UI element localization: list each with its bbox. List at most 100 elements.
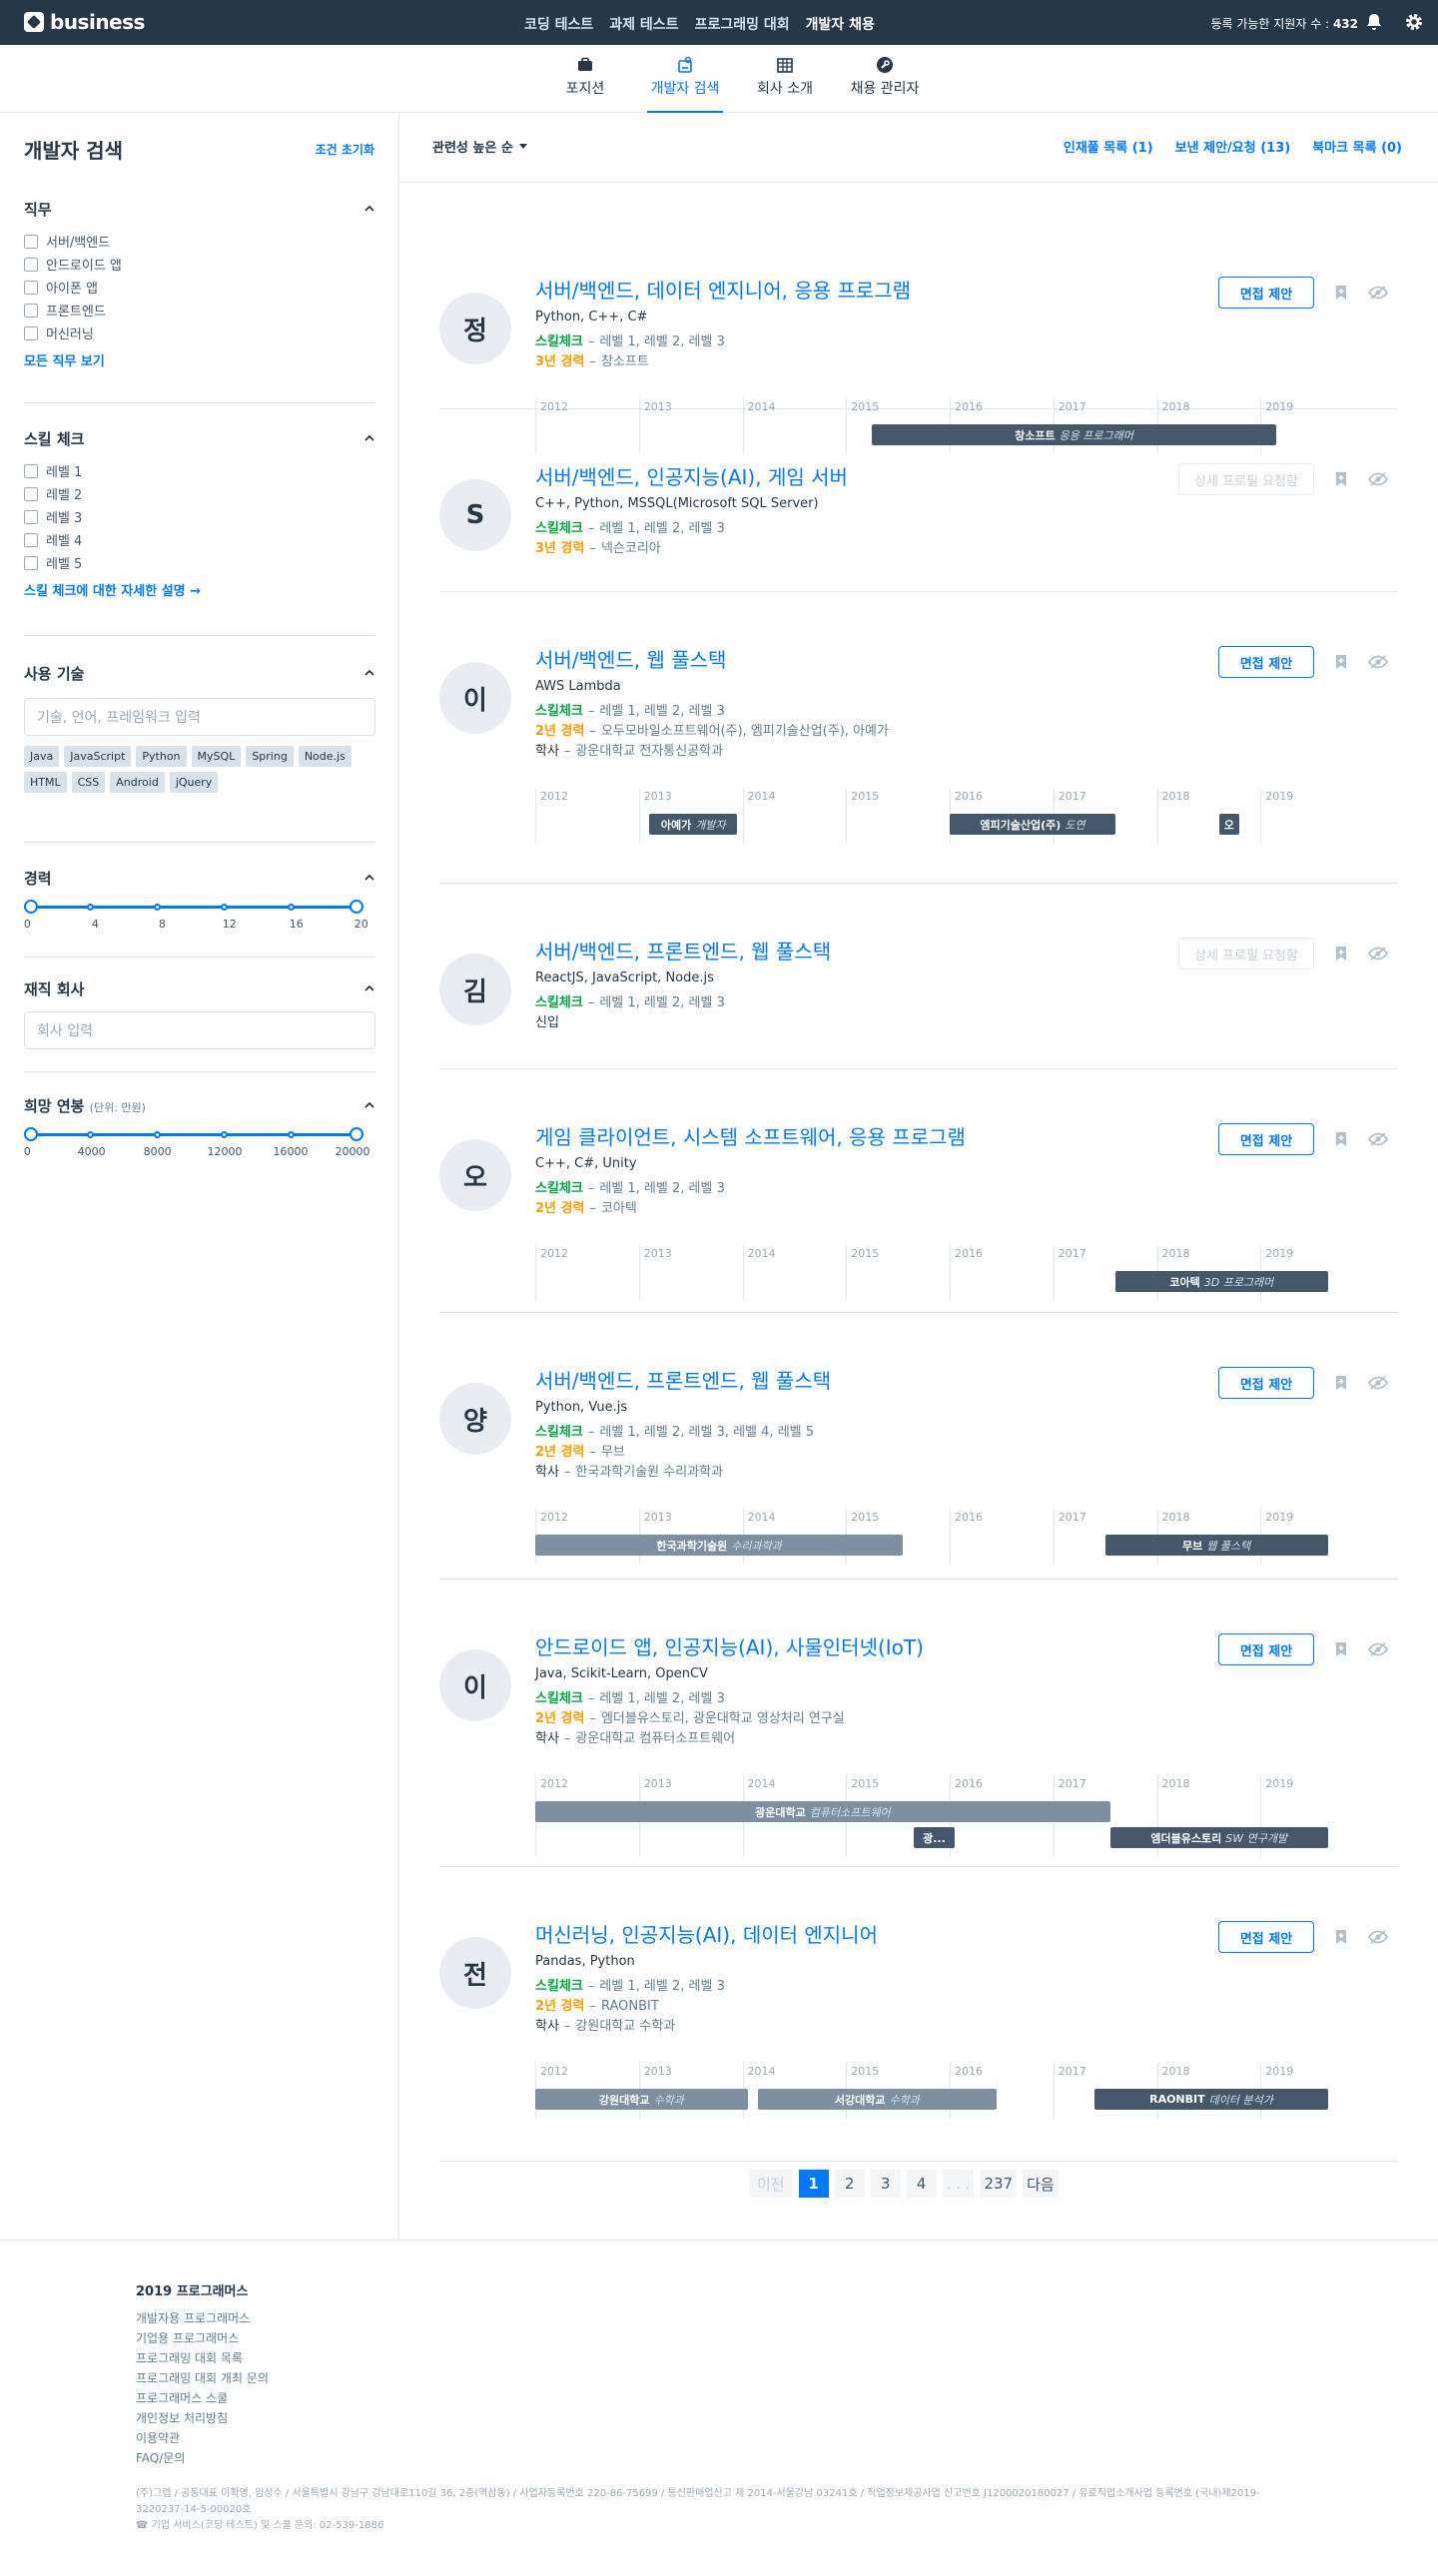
- job-option[interactable]: 머신러닝: [24, 322, 375, 344]
- tech-chip[interactable]: Android: [110, 772, 165, 793]
- checkbox[interactable]: [24, 463, 38, 478]
- job-option[interactable]: 안드로이드 앱: [24, 253, 375, 276]
- checkbox[interactable]: [24, 555, 38, 570]
- hide-eye-icon[interactable]: [1368, 285, 1388, 301]
- bookmark-icon[interactable]: [1333, 654, 1349, 670]
- checkbox[interactable]: [24, 532, 38, 547]
- logo[interactable]: business: [24, 10, 145, 34]
- bookmark-icon[interactable]: [1333, 1131, 1349, 1147]
- candidate-title[interactable]: 서버/백엔드, 데이터 엔지니어, 응용 프로그램: [535, 275, 911, 304]
- hide-eye-icon[interactable]: [1368, 1929, 1388, 1945]
- skillcheck-filter-header[interactable]: 스킬 체크: [24, 427, 375, 449]
- bell-icon[interactable]: [1364, 12, 1384, 32]
- tech-filter-header[interactable]: 사용 기술: [24, 662, 375, 684]
- nav-developer-hiring[interactable]: 개발자 채용: [806, 14, 875, 34]
- hide-eye-icon[interactable]: [1368, 471, 1388, 487]
- checkbox[interactable]: [24, 325, 38, 340]
- checkbox[interactable]: [24, 234, 38, 249]
- reset-filters-link[interactable]: 조건 초기화: [316, 141, 374, 158]
- tab-position[interactable]: 포지션: [535, 45, 635, 113]
- slider-min-handle[interactable]: [24, 1127, 38, 1141]
- sort-dropdown[interactable]: 관련성 높은 순: [432, 137, 527, 156]
- prev-page-button[interactable]: 이전: [749, 2170, 793, 2198]
- checkbox[interactable]: [24, 303, 38, 318]
- hide-eye-icon[interactable]: [1368, 946, 1388, 962]
- page-button[interactable]: 3: [870, 2170, 901, 2198]
- footer-link[interactable]: FAQ/문의: [136, 2448, 269, 2468]
- hide-eye-icon[interactable]: [1368, 1375, 1388, 1391]
- candidate-title[interactable]: 서버/백엔드, 인공지능(AI), 게임 서버: [535, 461, 848, 490]
- sent-offers-link[interactable]: 보낸 제안/요청 (13): [1175, 137, 1291, 156]
- checkbox[interactable]: [24, 486, 38, 501]
- tech-chip[interactable]: jQuery: [169, 772, 219, 793]
- footer-link[interactable]: 프로그래밍 대회 목록: [136, 2348, 269, 2368]
- bookmark-icon[interactable]: [1333, 946, 1349, 962]
- tech-input[interactable]: 기술, 언어, 프레임워크 입력: [24, 698, 375, 736]
- bookmark-icon[interactable]: [1333, 1641, 1349, 1657]
- footer-link[interactable]: 개인정보 처리방침: [136, 2408, 269, 2428]
- bookmarks-link[interactable]: 북마크 목록 (0): [1312, 137, 1402, 156]
- footer-link[interactable]: 개발자용 프로그래머스: [136, 2308, 269, 2328]
- page-button[interactable]: 2: [834, 2170, 865, 2198]
- page-button[interactable]: 237: [980, 2170, 1018, 2198]
- tech-chip[interactable]: JavaScript: [64, 746, 132, 767]
- tech-chip[interactable]: CSS: [71, 772, 106, 793]
- candidate-title[interactable]: 머신러닝, 인공지능(AI), 데이터 엔지니어: [535, 1919, 878, 1948]
- checkbox[interactable]: [24, 280, 38, 295]
- interview-offer-button[interactable]: 면접 제안: [1218, 1123, 1314, 1155]
- level-option[interactable]: 레벨 1: [24, 459, 375, 482]
- interview-offer-button[interactable]: 면접 제안: [1218, 277, 1314, 309]
- interview-offer-button[interactable]: 면접 제안: [1218, 1921, 1314, 1953]
- slider-max-handle[interactable]: [350, 1127, 363, 1141]
- nav-programming-contest[interactable]: 프로그래밍 대회: [695, 14, 790, 34]
- tech-chip[interactable]: Node.js: [298, 746, 352, 767]
- level-option[interactable]: 레벨 3: [24, 505, 375, 528]
- job-option[interactable]: 아이폰 앱: [24, 276, 375, 299]
- interview-offer-button[interactable]: 면접 제안: [1218, 1633, 1314, 1665]
- footer-link[interactable]: 이용약관: [136, 2428, 269, 2448]
- gear-icon[interactable]: [1404, 12, 1424, 32]
- interview-offer-button[interactable]: 면접 제안: [1218, 1367, 1314, 1399]
- page-button[interactable]: 1: [798, 2170, 829, 2198]
- candidate-title[interactable]: 서버/백엔드, 프론트엔드, 웹 풀스택: [535, 936, 831, 965]
- candidate-title[interactable]: 서버/백엔드, 프론트엔드, 웹 풀스택: [535, 1365, 831, 1394]
- nav-coding-test[interactable]: 코딩 테스트: [524, 14, 593, 34]
- salary-slider[interactable]: [24, 1126, 363, 1142]
- checkbox[interactable]: [24, 257, 38, 272]
- footer-link[interactable]: 프로그래머스 스쿨: [136, 2388, 269, 2408]
- tech-chip[interactable]: Java: [24, 746, 60, 767]
- tech-chip[interactable]: MySQL: [191, 746, 242, 767]
- level-option[interactable]: 레벨 5: [24, 551, 375, 574]
- job-filter-header[interactable]: 직무: [24, 198, 375, 220]
- bookmark-icon[interactable]: [1333, 1929, 1349, 1945]
- slider-min-handle[interactable]: [24, 900, 38, 914]
- bookmark-icon[interactable]: [1333, 1375, 1349, 1391]
- candidate-title[interactable]: 게임 클라이언트, 시스템 소프트웨어, 응용 프로그램: [535, 1121, 966, 1150]
- candidate-title[interactable]: 서버/백엔드, 웹 풀스택: [535, 644, 726, 673]
- experience-filter-header[interactable]: 경력: [24, 867, 375, 889]
- checkbox[interactable]: [24, 509, 38, 524]
- level-option[interactable]: 레벨 4: [24, 528, 375, 551]
- experience-slider[interactable]: [24, 899, 363, 915]
- job-option[interactable]: 프론트엔드: [24, 299, 375, 322]
- tab-developer-search[interactable]: 개발자 검색: [635, 45, 735, 113]
- footer-link[interactable]: 기업용 프로그래머스: [136, 2328, 269, 2348]
- bookmark-icon[interactable]: [1333, 471, 1349, 487]
- nav-assignment-test[interactable]: 과제 테스트: [609, 14, 678, 34]
- tech-chip[interactable]: HTML: [24, 772, 67, 793]
- job-option[interactable]: 서버/백엔드: [24, 230, 375, 253]
- level-option[interactable]: 레벨 2: [24, 482, 375, 505]
- tech-chip[interactable]: Python: [136, 746, 187, 767]
- talent-pool-link[interactable]: 인재풀 목록 (1): [1064, 137, 1153, 156]
- tab-company-intro[interactable]: 회사 소개: [735, 45, 835, 113]
- hide-eye-icon[interactable]: [1368, 654, 1388, 670]
- candidate-title[interactable]: 안드로이드 앱, 인공지능(AI), 사물인터넷(IoT): [535, 1631, 924, 1660]
- company-filter-header[interactable]: 재직 회사: [24, 977, 375, 999]
- hide-eye-icon[interactable]: [1368, 1131, 1388, 1147]
- tab-hiring-manager[interactable]: 채용 관리자: [835, 45, 935, 113]
- tech-chip[interactable]: Spring: [246, 746, 294, 767]
- skillcheck-info-link[interactable]: 스킬 체크에 대한 자세한 설명 →: [24, 580, 375, 599]
- all-jobs-link[interactable]: 모든 직무 보기: [24, 350, 375, 369]
- hide-eye-icon[interactable]: [1368, 1641, 1388, 1657]
- bookmark-icon[interactable]: [1333, 285, 1349, 301]
